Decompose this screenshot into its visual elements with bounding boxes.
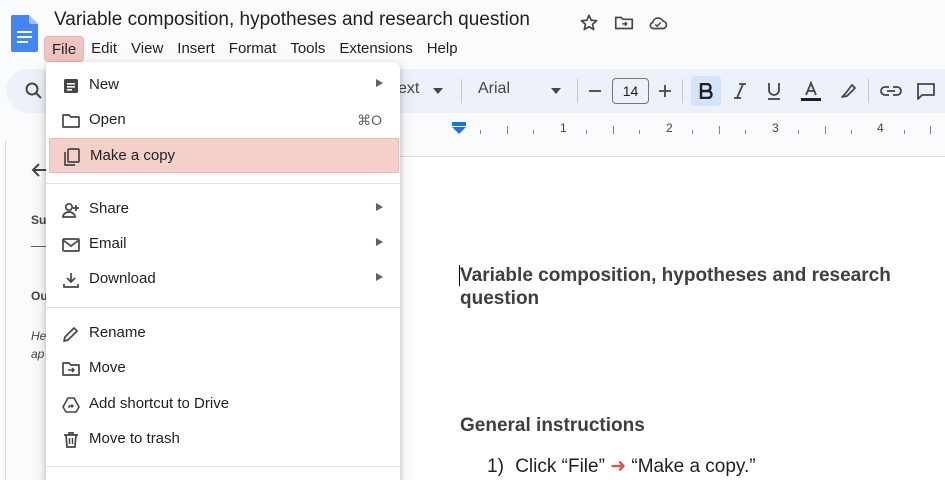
menu-divider bbox=[46, 183, 400, 184]
menu-item-label: Rename bbox=[89, 324, 146, 341]
outline-hint: He bbox=[31, 329, 47, 343]
menu-insert[interactable]: Insert bbox=[170, 36, 222, 62]
submenu-arrow-icon bbox=[376, 273, 383, 281]
menu-item-new[interactable]: New bbox=[49, 68, 399, 103]
increase-font-size-icon[interactable] bbox=[652, 78, 678, 104]
font-size-input[interactable]: 14 bbox=[612, 78, 649, 104]
right-arrow-icon: ➜ bbox=[610, 456, 627, 477]
menu-item-share[interactable]: Share bbox=[49, 192, 399, 227]
menu-view[interactable]: View bbox=[124, 36, 170, 62]
new-document-icon bbox=[64, 79, 78, 93]
menu-extensions[interactable]: Extensions bbox=[332, 36, 419, 62]
style-select[interactable]: ext bbox=[398, 80, 419, 98]
menu-item-download[interactable]: Download bbox=[49, 262, 399, 297]
document-page[interactable]: Variable composition, hypotheses and res… bbox=[400, 156, 945, 480]
menu-item-move-to-trash[interactable]: Move to trash bbox=[49, 422, 399, 457]
underline-icon[interactable] bbox=[761, 78, 787, 104]
menu-tools[interactable]: Tools bbox=[283, 36, 332, 62]
file-menu-dropdown: New Open ⌘O Make a copy Share Email Down… bbox=[46, 62, 400, 480]
indent-marker-icon[interactable] bbox=[452, 122, 466, 134]
move-folder-icon[interactable] bbox=[613, 12, 635, 34]
submenu-arrow-icon bbox=[376, 203, 383, 211]
rename-pencil-icon bbox=[63, 327, 78, 342]
menu-divider bbox=[46, 307, 400, 308]
step-text: Click “File” bbox=[515, 456, 605, 477]
menu-item-label: Download bbox=[89, 270, 156, 287]
menu-item-label: New bbox=[89, 76, 120, 93]
submenu-arrow-icon bbox=[376, 238, 383, 246]
search-menus-icon[interactable] bbox=[24, 81, 44, 101]
horizontal-ruler: 1 2 3 4 bbox=[400, 118, 945, 138]
trash-icon bbox=[64, 432, 78, 448]
menu-item-label: Open bbox=[89, 111, 126, 128]
summary-divider bbox=[31, 246, 47, 247]
email-icon bbox=[62, 238, 80, 252]
insert-link-icon[interactable] bbox=[878, 78, 904, 104]
menu-item-rename[interactable]: Rename bbox=[49, 316, 399, 351]
section-heading[interactable]: General instructions bbox=[460, 415, 645, 437]
menu-item-label: Make a copy bbox=[90, 147, 176, 164]
menu-item-label: Move bbox=[89, 359, 126, 376]
ruler-mark: 1 bbox=[560, 121, 567, 135]
copy-icon bbox=[64, 148, 80, 166]
insert-comment-icon[interactable] bbox=[913, 78, 939, 104]
menu-item-label: Email bbox=[89, 235, 127, 252]
menu-bar: File Edit View Insert Format Tools Exten… bbox=[44, 36, 465, 62]
panel-border bbox=[5, 140, 6, 480]
drive-shortcut-icon bbox=[62, 397, 80, 413]
style-dropdown-icon[interactable] bbox=[433, 88, 443, 94]
decrease-font-size-icon[interactable] bbox=[582, 78, 608, 104]
menu-item-label: Add shortcut to Drive bbox=[89, 395, 230, 412]
summary-label: Su bbox=[31, 213, 47, 227]
cloud-saved-icon[interactable] bbox=[647, 12, 669, 34]
step-number: 1) bbox=[487, 456, 504, 477]
download-icon bbox=[63, 273, 79, 288]
submenu-arrow-icon bbox=[376, 79, 383, 87]
menu-item-open[interactable]: Open ⌘O bbox=[49, 103, 399, 138]
menu-file[interactable]: File bbox=[44, 36, 85, 62]
docs-logo-icon[interactable] bbox=[11, 15, 38, 52]
font-select[interactable]: Arial bbox=[478, 80, 510, 98]
star-icon[interactable] bbox=[578, 12, 600, 34]
toolbar-divider bbox=[461, 79, 462, 103]
menu-format[interactable]: Format bbox=[222, 36, 284, 62]
ruler-mark: 4 bbox=[877, 121, 884, 135]
font-dropdown-icon[interactable] bbox=[551, 88, 561, 94]
menu-item-email[interactable]: Email bbox=[49, 227, 399, 262]
outline-hint: ap bbox=[31, 347, 45, 361]
bold-icon[interactable] bbox=[691, 76, 721, 106]
menu-help[interactable]: Help bbox=[420, 36, 465, 62]
menu-item-make-copy[interactable]: Make a copy bbox=[49, 138, 399, 173]
folder-icon bbox=[62, 114, 80, 128]
italic-icon[interactable] bbox=[727, 78, 753, 104]
menu-item-label: Share bbox=[89, 200, 130, 217]
outline-panel: Su Ou He ap bbox=[0, 140, 50, 480]
document-heading[interactable]: Variable composition, hypotheses and res… bbox=[460, 264, 940, 310]
move-folder-icon bbox=[62, 362, 80, 376]
header: Variable composition, hypotheses and res… bbox=[0, 0, 945, 68]
menu-divider bbox=[46, 466, 400, 467]
menu-edit[interactable]: Edit bbox=[84, 36, 124, 62]
menu-item-move[interactable]: Move bbox=[49, 351, 399, 386]
instruction-step[interactable]: 1) Click “File” ➜ “Make a copy.” bbox=[487, 455, 756, 478]
keyboard-shortcut: ⌘O bbox=[357, 112, 382, 128]
toolbar-divider bbox=[682, 79, 683, 103]
ruler-mark: 3 bbox=[772, 121, 779, 135]
text-color-icon[interactable] bbox=[798, 78, 824, 104]
document-title[interactable]: Variable composition, hypotheses and res… bbox=[54, 9, 530, 31]
highlight-color-icon[interactable] bbox=[835, 78, 861, 104]
menu-item-label: Move to trash bbox=[89, 430, 180, 447]
toolbar-divider bbox=[868, 79, 869, 103]
step-text: “Make a copy.” bbox=[631, 456, 756, 477]
ruler-mark: 2 bbox=[666, 121, 673, 135]
menu-item-add-shortcut[interactable]: Add shortcut to Drive bbox=[49, 387, 399, 422]
toolbar-divider bbox=[577, 79, 578, 103]
share-person-icon bbox=[62, 202, 79, 218]
